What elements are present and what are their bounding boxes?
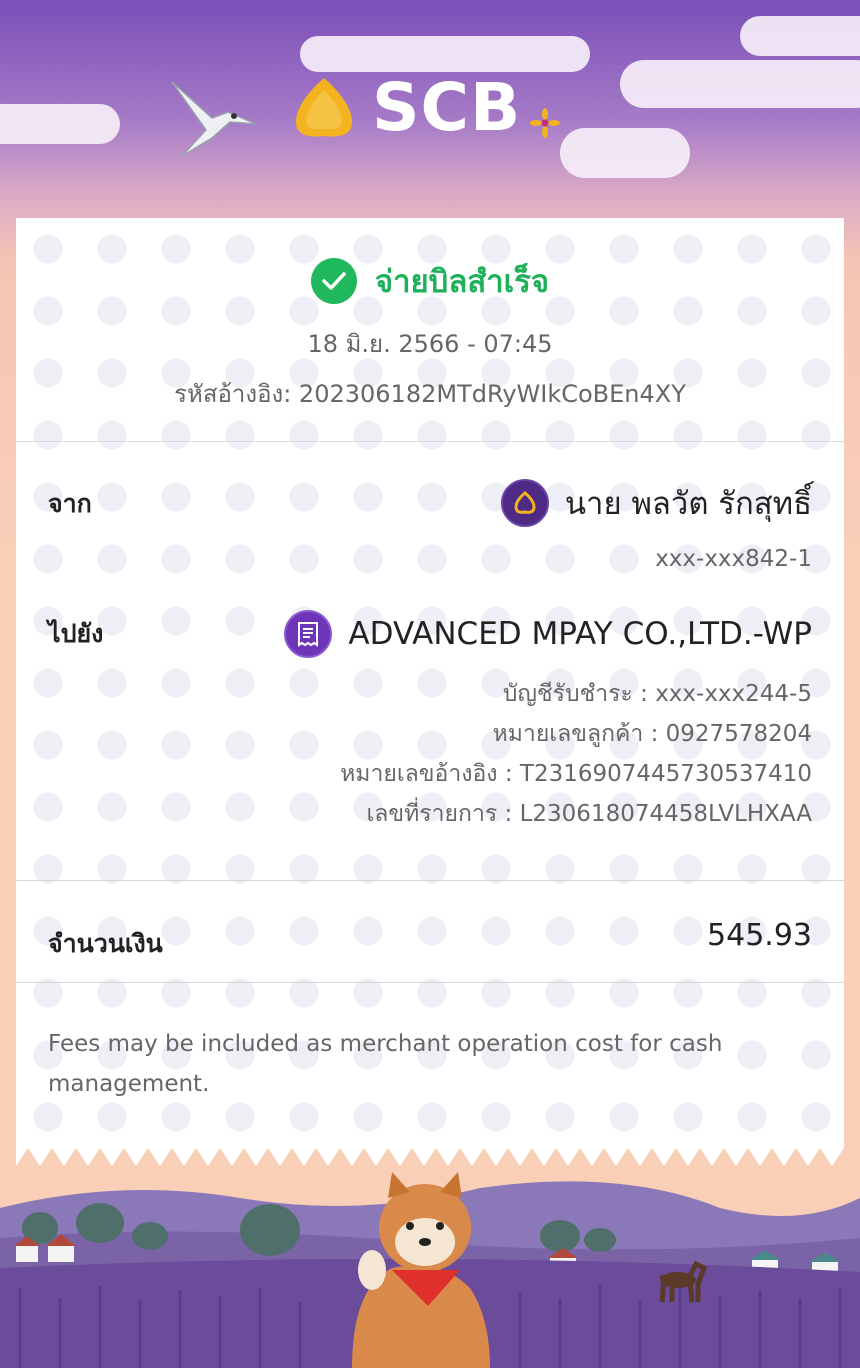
to-detail-account: บัญชีรับชำระ : xxx-xxx244-5 [502, 681, 812, 707]
lavender-field-illustration [0, 1172, 860, 1368]
check-circle-icon [310, 258, 357, 304]
from-account: xxx-xxx842-1 [655, 546, 812, 572]
to-detail-customer-number: หมายเลขลูกค้า : 0927578204 [492, 721, 812, 747]
cloud [560, 128, 690, 178]
cloud [300, 36, 590, 72]
sparkle-icon [530, 108, 560, 138]
brand-name: SCB [372, 69, 522, 146]
divider [16, 982, 844, 983]
divider [16, 880, 844, 881]
from-label: จาก [48, 489, 92, 518]
cloud [740, 16, 860, 56]
bird-icon [171, 81, 257, 157]
scb-logo-icon [296, 78, 352, 137]
header-banner: SCB [0, 0, 860, 218]
status-header: จ่ายบิลสำเร็จ [16, 256, 844, 306]
to-label: ไปยัง [48, 619, 104, 648]
amount-value: 545.93 [707, 918, 812, 953]
to-name: ADVANCED MPAY CO.,LTD.-WP [348, 616, 812, 652]
bill-receipt-icon [284, 610, 333, 658]
cloud [620, 60, 860, 108]
amount-label: จำนวนเงิน [48, 929, 163, 958]
from-row: นาย พลวัต รักสุทธิ์ [500, 478, 812, 528]
receipt-card: จ่ายบิลสำเร็จ 18 มิ.ย. 2566 - 07:45 รหัส… [16, 218, 844, 1146]
to-detail-transaction-number: เลขที่รายการ : L230618074458LVLHXAA [366, 801, 812, 827]
scb-logo: SCB [290, 72, 570, 144]
transaction-reference: รหัสอ้างอิง: 202306182MTdRyWIkCoBEn4XY [174, 380, 686, 408]
transaction-datetime: 18 มิ.ย. 2566 - 07:45 [307, 330, 553, 358]
receipt-torn-edge [16, 1146, 844, 1166]
cloud [0, 104, 120, 144]
to-row: ADVANCED MPAY CO.,LTD.-WP [284, 610, 812, 658]
to-detail-reference-number: หมายเลขอ้างอิง : T2316907445730537410 [340, 761, 812, 787]
fee-note: Fees may be included as merchant operati… [48, 1031, 723, 1097]
status-text: จ่ายบิลสำเร็จ [374, 264, 550, 300]
divider [16, 441, 844, 442]
from-name: นาย พลวัต รักสุทธิ์ [564, 486, 812, 522]
scb-avatar-icon [500, 479, 549, 527]
